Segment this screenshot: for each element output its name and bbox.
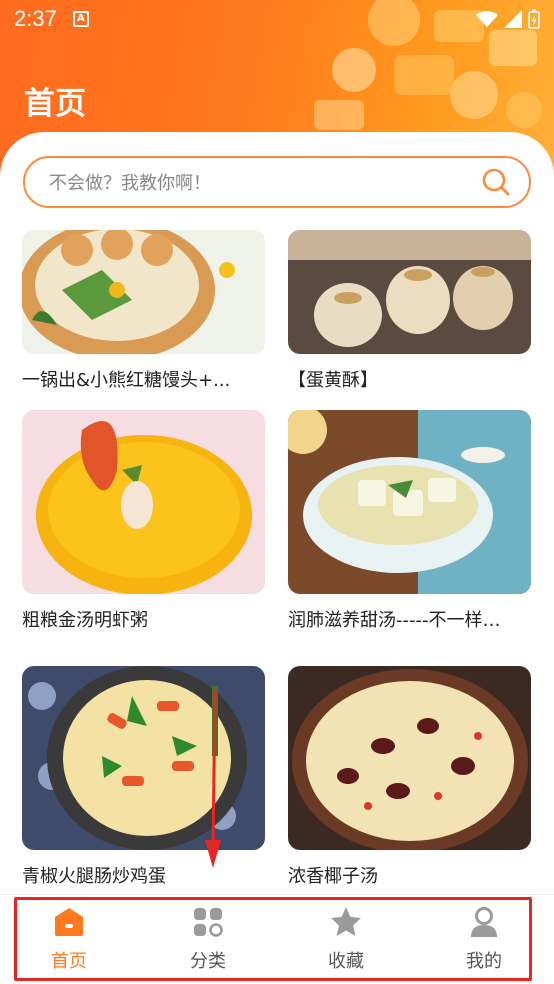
- tab-profile[interactable]: 我的: [434, 905, 534, 977]
- recipe-image[interactable]: [22, 410, 265, 594]
- page-title: 首页: [24, 86, 86, 122]
- tab-label: 首页: [51, 951, 87, 972]
- main-content: 不会做？我教你啊！ 一锅出&小熊红糖馒头+... 【蛋黄酥】 粗粮金汤明虾粥 润…: [0, 132, 554, 984]
- home-icon: [55, 908, 83, 936]
- signal-icon: [504, 10, 522, 28]
- bottom-tab-bar: 首页 分类 收藏 我的: [0, 894, 554, 984]
- recipe-card[interactable]: 一锅出&小熊红糖馒头+...: [22, 230, 265, 392]
- tab-label: 我的: [466, 951, 502, 972]
- tab-home[interactable]: 首页: [19, 905, 119, 977]
- recipe-image[interactable]: [22, 666, 265, 850]
- recipe-image[interactable]: [22, 230, 265, 354]
- recipe-card[interactable]: 浓香椰子汤: [288, 666, 531, 888]
- notification-icon: A: [72, 11, 89, 27]
- battery-icon: [528, 9, 540, 29]
- tab-label: 分类: [190, 951, 226, 972]
- recipe-card[interactable]: 润肺滋养甜汤-----不一样…: [288, 410, 531, 632]
- wifi-icon: [476, 11, 498, 27]
- search-input[interactable]: 不会做？我教你啊！: [49, 169, 481, 195]
- tab-favorites[interactable]: 收藏: [296, 905, 396, 977]
- recipe-image[interactable]: [288, 230, 531, 354]
- recipe-card[interactable]: 青椒火腿肠炒鸡蛋: [22, 666, 265, 888]
- recipe-title: 一锅出&小熊红糖馒头+...: [22, 370, 231, 391]
- user-icon: [471, 907, 497, 937]
- recipe-title: 【蛋黄酥】: [288, 370, 378, 391]
- recipe-title: 青椒火腿肠炒鸡蛋: [22, 866, 166, 887]
- search-bar[interactable]: 不会做？我教你啊！: [23, 156, 531, 208]
- star-icon: [331, 907, 361, 936]
- tab-category[interactable]: 分类: [158, 905, 258, 977]
- recipe-title: 浓香椰子汤: [288, 866, 378, 887]
- recipe-image[interactable]: [288, 666, 531, 850]
- annotation-arrow: [205, 690, 221, 868]
- category-icon: [194, 908, 223, 937]
- recipe-title: 粗粮金汤明虾粥: [22, 610, 148, 631]
- tab-label: 收藏: [328, 951, 364, 972]
- recipe-grid: 一锅出&小熊红糖馒头+... 【蛋黄酥】 粗粮金汤明虾粥 润肺滋养甜汤-----…: [0, 230, 554, 890]
- search-icon[interactable]: [481, 167, 511, 197]
- recipe-title: 润肺滋养甜汤-----不一样…: [288, 610, 501, 631]
- status-bar: 2:37 A: [0, 0, 554, 38]
- recipe-image[interactable]: [288, 410, 531, 594]
- recipe-card[interactable]: 粗粮金汤明虾粥: [22, 410, 265, 632]
- status-time: 2:37: [14, 6, 57, 31]
- recipe-card[interactable]: 【蛋黄酥】: [288, 230, 531, 392]
